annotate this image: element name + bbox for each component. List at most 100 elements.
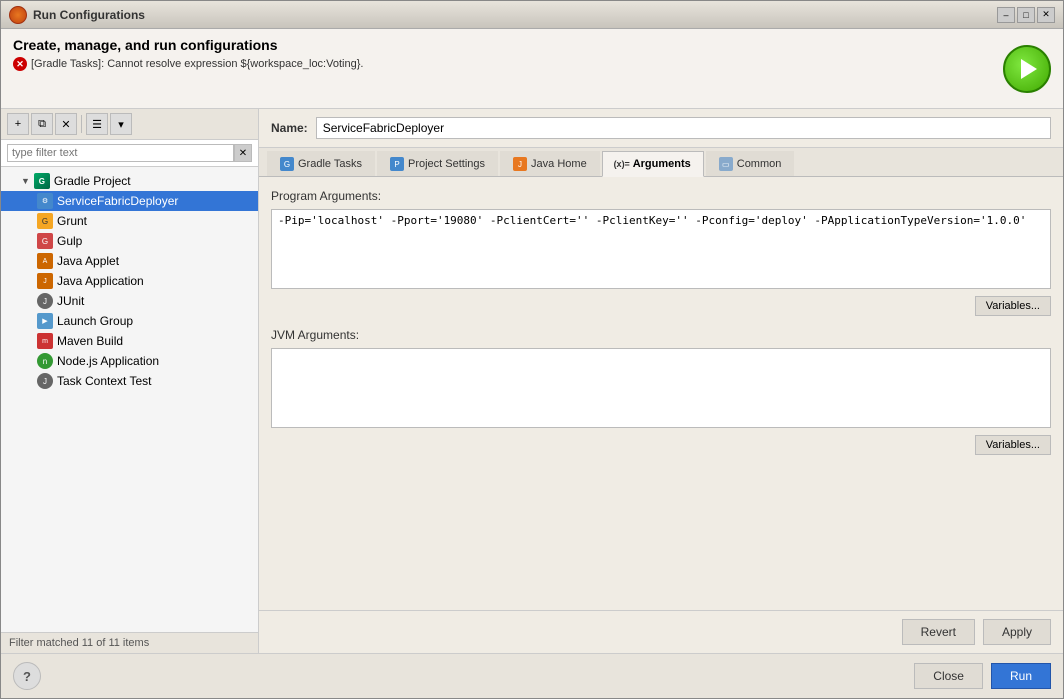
applet-icon: A	[37, 253, 53, 269]
grunt-icon: G	[37, 213, 53, 229]
java-icon: J	[37, 273, 53, 289]
apply-button[interactable]: Apply	[983, 619, 1051, 645]
bottom-right: Close Run	[914, 663, 1051, 689]
app-icon	[9, 6, 27, 24]
tree-item-label: Gulp	[57, 234, 82, 248]
task-icon: J	[37, 373, 53, 389]
program-args-label: Program Arguments:	[271, 189, 1051, 203]
close-button[interactable]: ✕	[1037, 7, 1055, 23]
junit-icon: J	[37, 293, 53, 309]
common-tab-icon: ▭	[719, 157, 733, 171]
filter-button[interactable]: ☰	[86, 113, 108, 135]
error-message: [Gradle Tasks]: Cannot resolve expressio…	[31, 58, 363, 70]
tree-item-label: JUnit	[57, 294, 84, 308]
help-button[interactable]: ?	[13, 662, 41, 690]
tree-item-maven[interactable]: m Maven Build	[1, 331, 258, 351]
tree-item-junit[interactable]: J JUnit	[1, 291, 258, 311]
header-section: Create, manage, and run configurations ✕…	[1, 29, 1063, 109]
filter-status: Filter matched 11 of 11 items	[1, 632, 258, 653]
program-variables-button[interactable]: Variables...	[975, 296, 1051, 316]
delete-button[interactable]: ✕	[55, 113, 77, 135]
tab-arguments[interactable]: (x)= Arguments	[602, 151, 704, 177]
tree-item-nodejs[interactable]: n Node.js Application	[1, 351, 258, 371]
right-action-buttons: Revert Apply	[259, 610, 1063, 653]
tabs-row: G Gradle Tasks P Project Settings J Java…	[259, 148, 1063, 177]
node-icon: n	[37, 353, 53, 369]
duplicate-button[interactable]: ⧉	[31, 113, 53, 135]
tree-item-label: Maven Build	[57, 334, 123, 348]
bottom-bar: ? Close Run	[1, 653, 1063, 698]
dropdown-button[interactable]: ▾	[110, 113, 132, 135]
tree-item-label: Java Application	[57, 274, 144, 288]
filter-input[interactable]	[7, 144, 234, 162]
tab-label: Common	[737, 158, 782, 170]
tree-root-label: Gradle Project	[54, 174, 131, 188]
jvm-args-input[interactable]	[271, 348, 1051, 428]
gradle-tasks-tab-icon: G	[280, 157, 294, 171]
run-config-button[interactable]: Run	[991, 663, 1051, 689]
run-button[interactable]	[1003, 45, 1051, 93]
maximize-button[interactable]: □	[1017, 7, 1035, 23]
tab-gradle-tasks[interactable]: G Gradle Tasks	[267, 151, 375, 176]
tree-root-gradle[interactable]: ▼ G Gradle Project	[1, 171, 258, 191]
error-line: ✕ [Gradle Tasks]: Cannot resolve express…	[13, 57, 993, 71]
tree-item-java-applet[interactable]: A Java Applet	[1, 251, 258, 271]
tree-item-label: ServiceFabricDeployer	[57, 194, 178, 208]
maven-icon: m	[37, 333, 53, 349]
window-controls: – □ ✕	[997, 7, 1055, 23]
run-icon	[1021, 59, 1037, 79]
tree-item-task-context[interactable]: J Task Context Test	[1, 371, 258, 391]
jvm-args-label: JVM Arguments:	[271, 328, 1051, 342]
java-home-tab-icon: J	[513, 157, 527, 171]
tab-common[interactable]: ▭ Common	[706, 151, 795, 176]
error-icon: ✕	[13, 57, 27, 71]
window-title: Run Configurations	[33, 8, 145, 22]
name-row: Name:	[259, 109, 1063, 148]
revert-button[interactable]: Revert	[902, 619, 975, 645]
minimize-button[interactable]: –	[997, 7, 1015, 23]
left-panel: + ⧉ ✕ ☰ ▾ ✕ ▼ G Gradle Project	[1, 109, 259, 653]
gradle-icon: G	[34, 173, 50, 189]
close-button[interactable]: Close	[914, 663, 983, 689]
launch-icon: ▶	[37, 313, 53, 329]
tab-label: Java Home	[531, 158, 587, 170]
tree-item-java-application[interactable]: J Java Application	[1, 271, 258, 291]
tab-java-home[interactable]: J Java Home	[500, 151, 600, 176]
tree-item-launch-group[interactable]: ▶ Launch Group	[1, 311, 258, 331]
title-bar: Run Configurations – □ ✕	[1, 1, 1063, 29]
left-toolbar: + ⧉ ✕ ☰ ▾	[1, 109, 258, 140]
tree-item-gulp[interactable]: G Gulp	[1, 231, 258, 251]
jvm-variables-button[interactable]: Variables...	[975, 435, 1051, 455]
jvm-vars-row: Variables...	[271, 435, 1051, 455]
filter-clear-button[interactable]: ✕	[234, 144, 252, 162]
tree-item-label: Node.js Application	[57, 354, 159, 368]
tree-item-grunt[interactable]: G Grunt	[1, 211, 258, 231]
tab-label: Gradle Tasks	[298, 158, 362, 170]
name-label: Name:	[271, 121, 308, 135]
tree-area: ▼ G Gradle Project ⚙ ServiceFabricDeploy…	[1, 167, 258, 632]
tree-item-label: Grunt	[57, 214, 87, 228]
program-vars-row: Variables...	[271, 296, 1051, 316]
project-settings-tab-icon: P	[390, 157, 404, 171]
tab-label: Project Settings	[408, 158, 485, 170]
program-args-input[interactable]: -Pip='localhost' -Pport='19080' -Pclient…	[271, 209, 1051, 289]
tree-item-label: Java Applet	[57, 254, 119, 268]
tab-project-settings[interactable]: P Project Settings	[377, 151, 498, 176]
header-title: Create, manage, and run configurations	[13, 37, 993, 53]
name-input[interactable]	[316, 117, 1051, 139]
expand-icon: ▼	[21, 176, 30, 186]
arguments-tab-icon: (x)=	[615, 157, 629, 171]
new-config-button[interactable]: +	[7, 113, 29, 135]
arguments-tab-content: Program Arguments: -Pip='localhost' -Ppo…	[259, 177, 1063, 610]
right-panel: Name: G Gradle Tasks P Project Settings …	[259, 109, 1063, 653]
filter-row: ✕	[1, 140, 258, 167]
toolbar-separator	[81, 115, 82, 133]
tree-item-label: Launch Group	[57, 314, 133, 328]
tab-label: Arguments	[633, 158, 691, 170]
bottom-left: ?	[13, 662, 41, 690]
service-icon: ⚙	[37, 193, 53, 209]
gulp-icon: G	[37, 233, 53, 249]
main-section: + ⧉ ✕ ☰ ▾ ✕ ▼ G Gradle Project	[1, 109, 1063, 653]
tree-item-servicedeployer[interactable]: ⚙ ServiceFabricDeployer	[1, 191, 258, 211]
tree-item-label: Task Context Test	[57, 374, 152, 388]
